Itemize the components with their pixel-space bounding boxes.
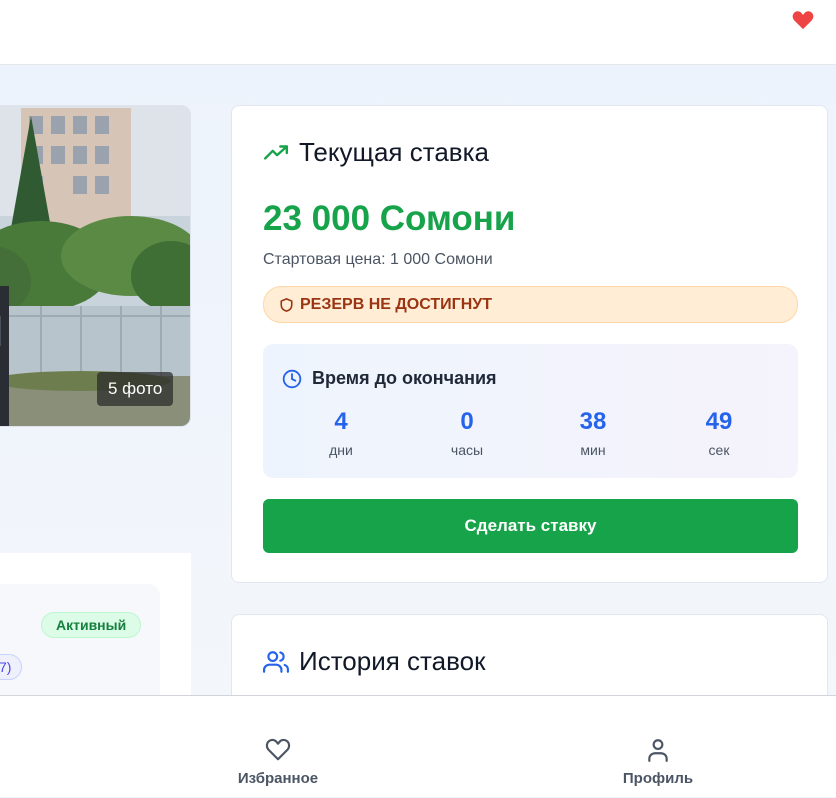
bid-card-header: Текущая ставка <box>263 137 489 168</box>
current-bid-card: Текущая ставка 23 000 Сомони Стартовая ц… <box>231 105 828 583</box>
timer-header: Время до окончания <box>282 368 497 389</box>
top-header <box>0 0 836 65</box>
users-icon <box>263 650 289 673</box>
timer-minutes-label: мин <box>580 442 606 458</box>
trending-up-icon <box>263 144 289 160</box>
start-price: Стартовая цена: 1 000 Сомони <box>263 251 493 268</box>
current-price: 23 000 Сомони <box>263 199 516 238</box>
nav-favorites-label: Избранное <box>237 770 319 787</box>
reserve-label: РЕЗЕРВ НЕ ДОСТИГНУТ <box>300 295 493 313</box>
timer-hours-value: 0 <box>460 408 474 435</box>
nav-favorites[interactable]: Избранное <box>198 696 358 798</box>
timer-seconds-value: 49 <box>705 408 733 435</box>
nav-profile[interactable]: Профиль <box>578 696 738 798</box>
timer-seconds: 49 сек <box>679 407 759 458</box>
reserve-status-badge: РЕЗЕРВ НЕ ДОСТИГНУТ <box>263 286 798 323</box>
status-badge: Активный <box>41 612 142 638</box>
history-card-header: История ставок <box>263 646 485 677</box>
timer-minutes: 38 мин <box>553 407 633 458</box>
timer-hours-label: часы <box>450 442 484 458</box>
timer-minutes-value: 38 <box>579 408 607 435</box>
countdown-timer: Время до окончания 4 дни 0 часы 38 мин 4… <box>263 344 798 478</box>
photo-count-badge: 5 фото <box>97 372 174 406</box>
bottom-navigation: Избранное Профиль <box>0 695 836 797</box>
timer-days-label: дни <box>329 442 353 458</box>
nav-profile-label: Профиль <box>622 770 694 787</box>
timer-seconds-label: сек <box>708 442 730 458</box>
shield-icon <box>280 297 293 312</box>
timer-hours: 0 часы <box>427 407 507 458</box>
user-icon <box>648 739 668 762</box>
bid-history-card: История ставок <box>231 614 828 695</box>
main-content: 5 фото Активный 7) Текущая ставка 23 000… <box>0 65 836 695</box>
timer-days-value: 4 <box>334 408 348 435</box>
timer-title: Время до окончания <box>312 368 497 388</box>
timer-days: 4 дни <box>301 407 381 458</box>
photo-gallery[interactable]: 5 фото <box>0 105 191 427</box>
heart-outline-icon <box>265 738 291 761</box>
history-card-title: История ставок <box>299 646 486 676</box>
bid-card-title: Текущая ставка <box>299 137 489 167</box>
clock-icon <box>282 369 302 388</box>
heart-icon[interactable] <box>792 10 814 30</box>
listing-info-panel <box>0 584 160 695</box>
place-bid-button[interactable]: Сделать ставку <box>263 499 798 553</box>
